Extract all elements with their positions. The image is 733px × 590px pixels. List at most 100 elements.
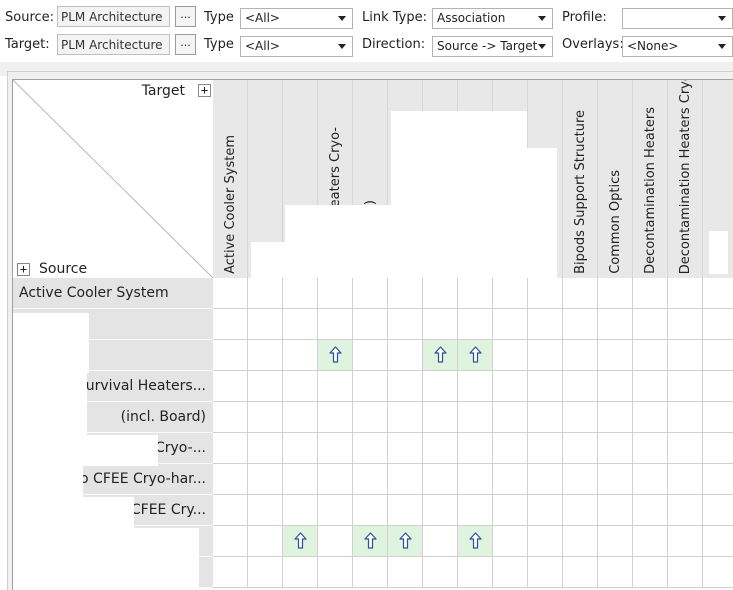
matrix-cell[interactable] xyxy=(563,495,598,526)
source-browse-button[interactable]: ... xyxy=(175,6,196,27)
matrix-cell[interactable] xyxy=(248,371,283,402)
matrix-cell[interactable] xyxy=(248,526,283,557)
matrix-cell[interactable] xyxy=(563,340,598,371)
matrix-cell[interactable] xyxy=(563,309,598,340)
matrix-cell[interactable] xyxy=(668,371,703,402)
matrix-cell[interactable] xyxy=(528,371,563,402)
matrix-cell[interactable] xyxy=(318,557,353,588)
matrix-cell[interactable] xyxy=(668,309,703,340)
row-header[interactable]: Active Cooler System xyxy=(13,278,213,309)
matrix-cell[interactable] xyxy=(213,371,248,402)
matrix-cell[interactable] xyxy=(213,464,248,495)
overlays-dropdown[interactable]: <None> xyxy=(622,36,733,57)
target-browse-button[interactable]: ... xyxy=(175,34,196,55)
matrix-cell[interactable] xyxy=(388,402,423,433)
matrix-cell[interactable] xyxy=(353,340,388,371)
matrix-cell-linked[interactable] xyxy=(423,340,458,371)
matrix-cell[interactable] xyxy=(633,371,668,402)
matrix-cell[interactable] xyxy=(248,464,283,495)
matrix-cell-linked[interactable] xyxy=(458,526,493,557)
matrix-cell[interactable] xyxy=(213,433,248,464)
matrix-cell[interactable] xyxy=(213,309,248,340)
matrix-cell[interactable] xyxy=(563,557,598,588)
matrix-cell[interactable] xyxy=(283,557,318,588)
column-header[interactable]: Decontamination Heaters Cryo-h xyxy=(668,80,703,278)
matrix-cell[interactable] xyxy=(423,278,458,309)
matrix-cell[interactable] xyxy=(528,309,563,340)
matrix-cell[interactable] xyxy=(563,371,598,402)
column-header[interactable]: Active Cooler System xyxy=(213,80,248,278)
matrix-cell[interactable] xyxy=(493,278,528,309)
matrix-cell[interactable] xyxy=(703,340,733,371)
matrix-cell[interactable] xyxy=(388,495,423,526)
matrix-cell[interactable] xyxy=(633,526,668,557)
matrix-cell[interactable] xyxy=(703,278,733,309)
matrix-cell[interactable] xyxy=(703,309,733,340)
matrix-cell[interactable] xyxy=(213,495,248,526)
matrix-cell[interactable] xyxy=(598,526,633,557)
matrix-cell[interactable] xyxy=(283,309,318,340)
matrix-cell[interactable] xyxy=(423,464,458,495)
matrix-cell[interactable] xyxy=(318,433,353,464)
matrix-cell[interactable] xyxy=(633,402,668,433)
matrix-cell[interactable] xyxy=(528,340,563,371)
matrix-cell[interactable] xyxy=(703,433,733,464)
column-header[interactable]: Common Optics xyxy=(598,80,633,278)
link-type-dropdown[interactable]: Association xyxy=(432,8,553,29)
matrix-cell[interactable] xyxy=(633,340,668,371)
matrix-cell[interactable] xyxy=(213,278,248,309)
matrix-cell[interactable] xyxy=(318,309,353,340)
matrix-cell[interactable] xyxy=(283,371,318,402)
matrix-cell[interactable] xyxy=(493,464,528,495)
target-package-field[interactable]: PLM Architecture xyxy=(57,34,170,55)
matrix-cell[interactable] xyxy=(388,340,423,371)
matrix-cell[interactable] xyxy=(528,278,563,309)
matrix-cell[interactable] xyxy=(458,371,493,402)
matrix-cell[interactable] xyxy=(458,557,493,588)
matrix-cell[interactable] xyxy=(213,557,248,588)
direction-dropdown[interactable]: Source -> Target xyxy=(432,36,553,57)
matrix-cell-linked[interactable] xyxy=(388,526,423,557)
column-header[interactable]: Bipods Support Structure xyxy=(563,80,598,278)
matrix-cell[interactable] xyxy=(598,402,633,433)
matrix-cell[interactable] xyxy=(493,340,528,371)
matrix-cell[interactable] xyxy=(248,309,283,340)
matrix-cell[interactable] xyxy=(388,371,423,402)
matrix-cell[interactable] xyxy=(423,371,458,402)
matrix-cell[interactable] xyxy=(318,402,353,433)
matrix-cell[interactable] xyxy=(668,526,703,557)
matrix-cell[interactable] xyxy=(668,402,703,433)
matrix-cell[interactable] xyxy=(493,402,528,433)
matrix-cell[interactable] xyxy=(598,371,633,402)
matrix-cell[interactable] xyxy=(248,278,283,309)
matrix-cell[interactable] xyxy=(353,464,388,495)
matrix-cell[interactable] xyxy=(563,526,598,557)
matrix-cell[interactable] xyxy=(283,464,318,495)
matrix-cell[interactable] xyxy=(493,495,528,526)
matrix-cell[interactable] xyxy=(703,495,733,526)
matrix-cell[interactable] xyxy=(353,557,388,588)
matrix-cell[interactable] xyxy=(283,340,318,371)
expand-target-button[interactable]: + xyxy=(198,84,211,97)
matrix-cell[interactable] xyxy=(353,495,388,526)
target-type-dropdown[interactable]: <All> xyxy=(240,36,353,57)
matrix-cell[interactable] xyxy=(633,278,668,309)
matrix-cell-linked[interactable] xyxy=(353,526,388,557)
matrix-cell[interactable] xyxy=(388,557,423,588)
matrix-cell[interactable] xyxy=(318,464,353,495)
matrix-cell[interactable] xyxy=(388,433,423,464)
matrix-cell[interactable] xyxy=(318,371,353,402)
matrix-cell[interactable] xyxy=(703,526,733,557)
matrix-cell[interactable] xyxy=(248,340,283,371)
source-type-dropdown[interactable]: <All> xyxy=(240,8,353,29)
matrix-cell[interactable] xyxy=(633,309,668,340)
matrix-cell[interactable] xyxy=(353,278,388,309)
matrix-cell[interactable] xyxy=(598,278,633,309)
matrix-cell[interactable] xyxy=(703,557,733,588)
matrix-cell[interactable] xyxy=(703,464,733,495)
matrix-cell[interactable] xyxy=(633,557,668,588)
matrix-cell[interactable] xyxy=(458,433,493,464)
relationship-matrix[interactable]: Target + + Source Active Cooler System Su… xyxy=(12,79,733,590)
matrix-cell[interactable] xyxy=(598,433,633,464)
matrix-cell[interactable] xyxy=(318,495,353,526)
